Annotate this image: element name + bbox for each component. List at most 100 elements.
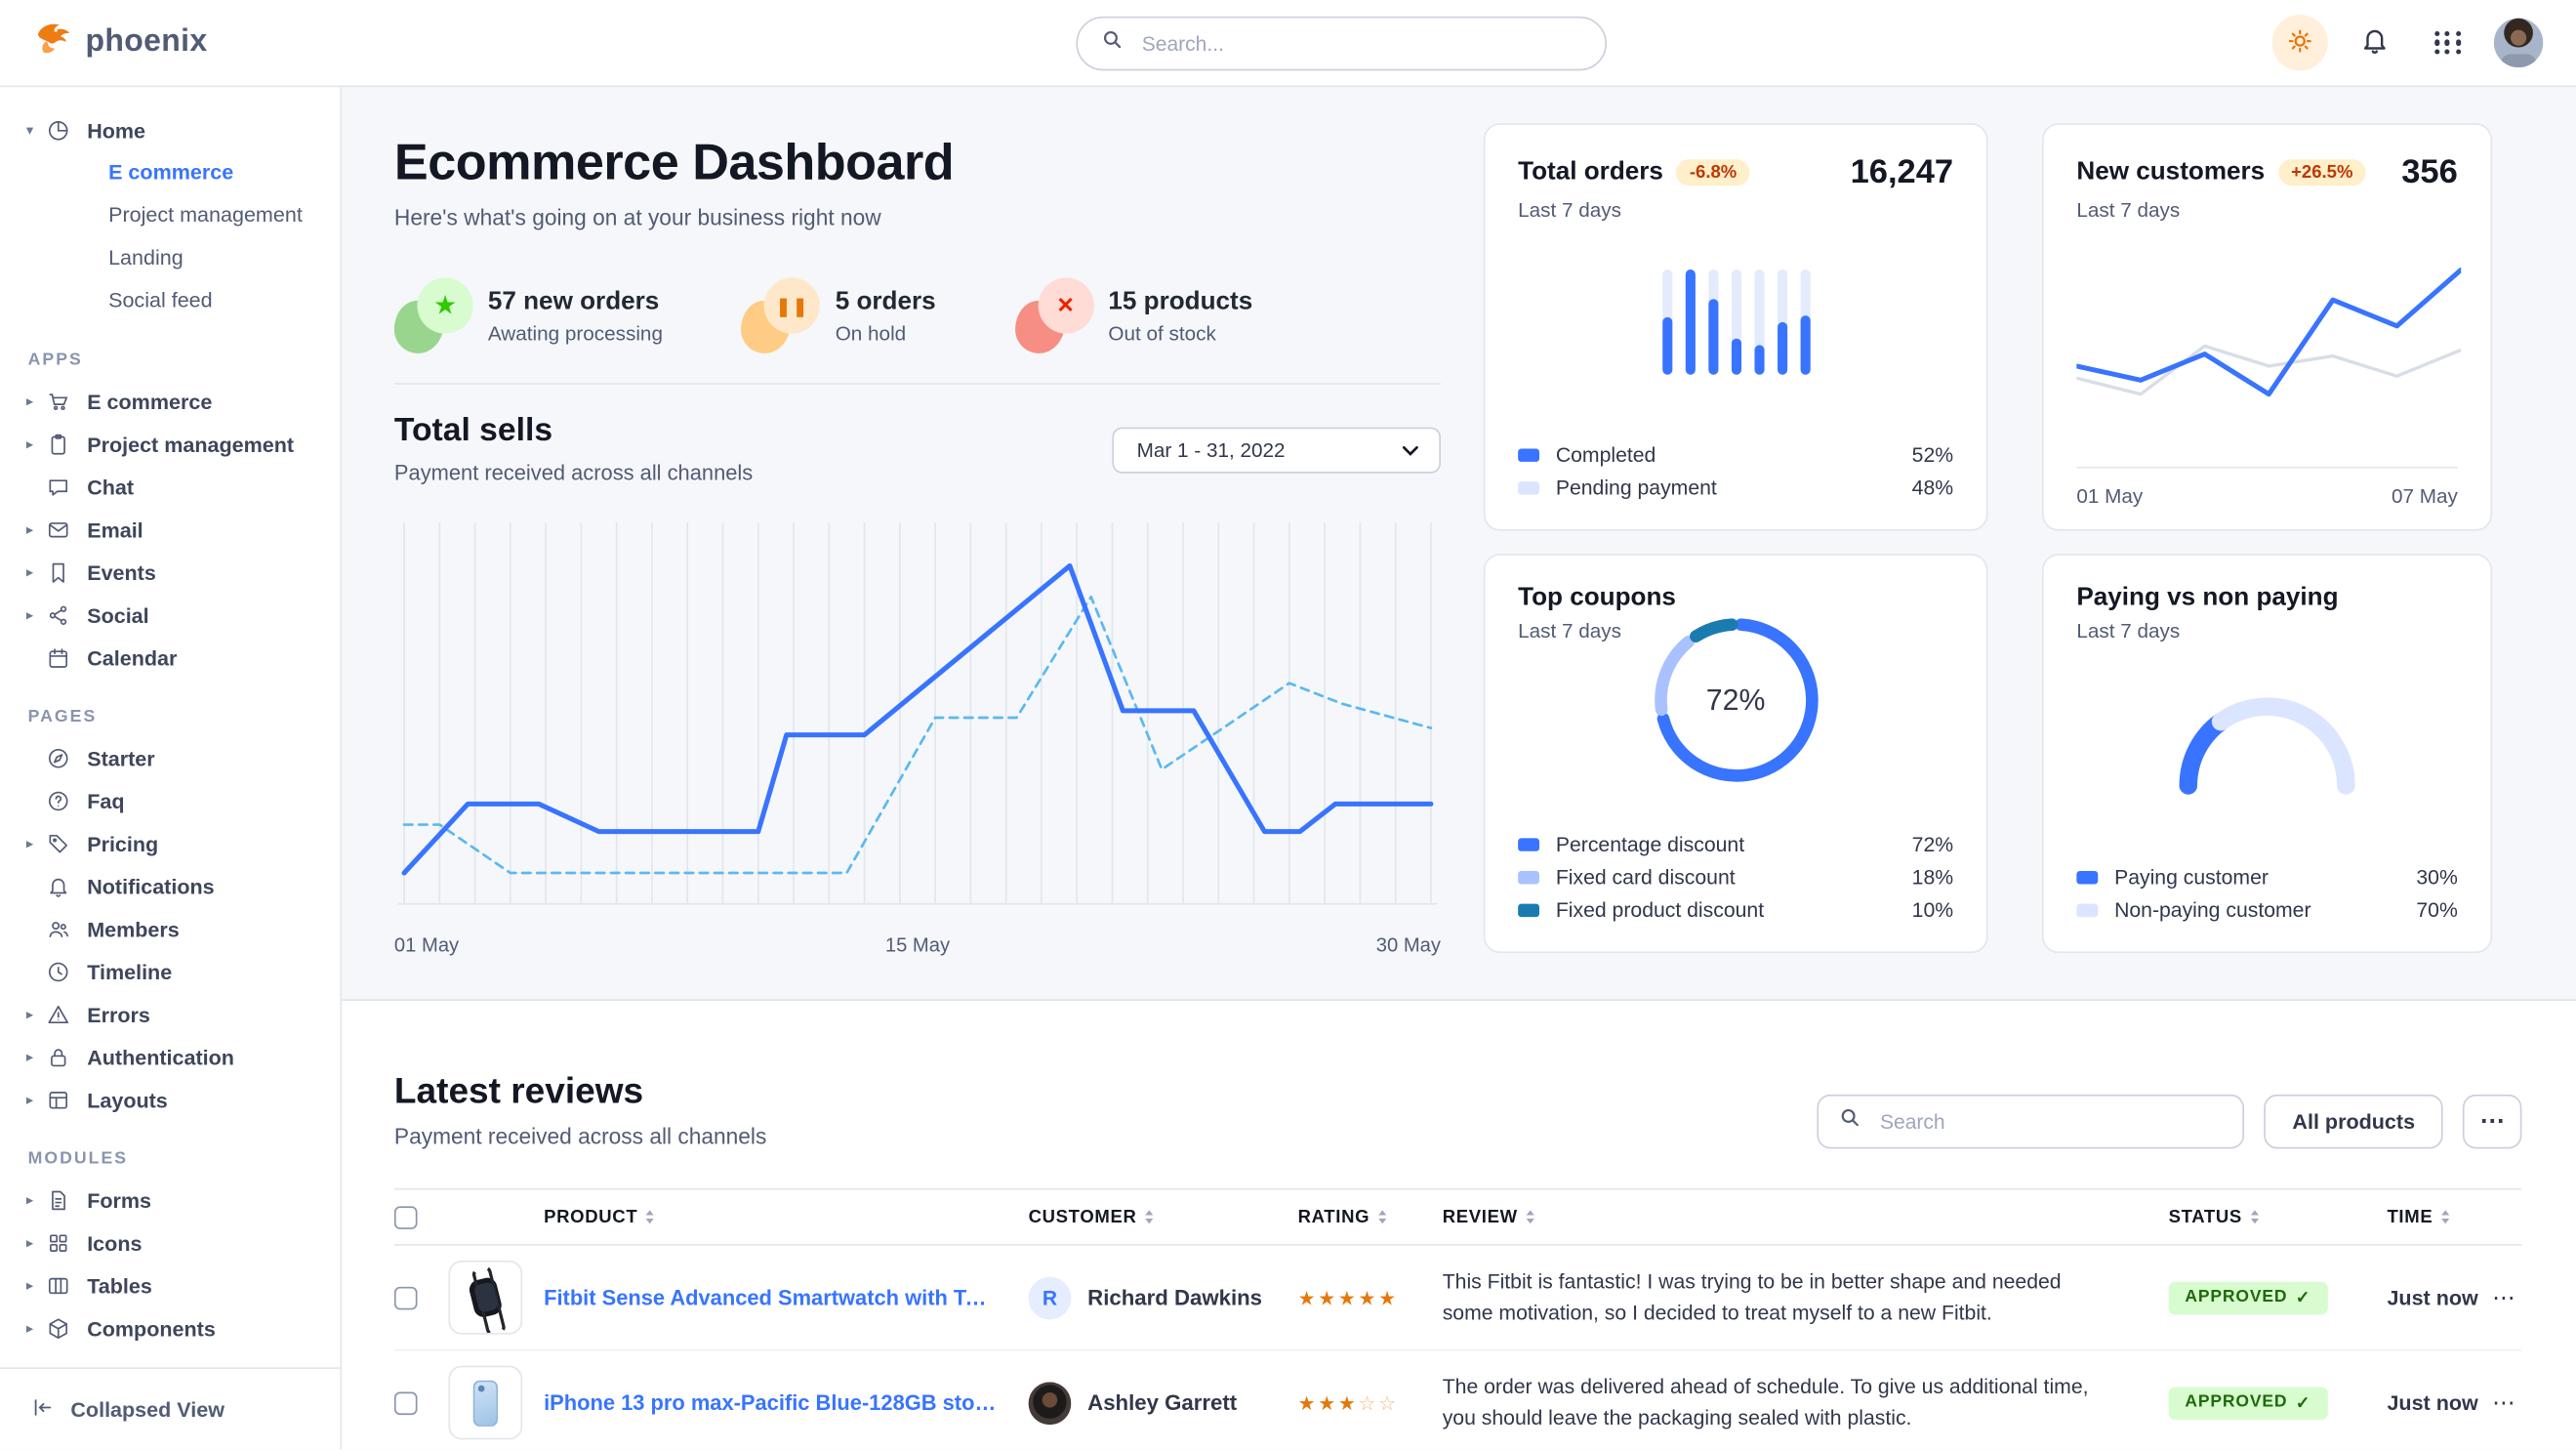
- sidebar-item-notifications[interactable]: Notifications: [0, 864, 340, 907]
- apps-menu-button[interactable]: [2420, 15, 2475, 70]
- smartwatch-art: [468, 1276, 504, 1319]
- customer-avatar[interactable]: R: [1029, 1276, 1072, 1319]
- column-header-review[interactable]: REVIEW: [1443, 1207, 2169, 1226]
- sidebar-item-calendar[interactable]: Calendar: [0, 636, 340, 679]
- column-header-rating[interactable]: RATING: [1298, 1207, 1443, 1226]
- chat-icon: [46, 475, 72, 499]
- reviews-search-input[interactable]: [1877, 1108, 2224, 1135]
- sidebar-item-tables[interactable]: ▸Tables: [0, 1264, 340, 1306]
- row-more-button[interactable]: ⋯: [2485, 1283, 2521, 1311]
- star-icon: ☆: [1359, 1391, 1379, 1415]
- sidebar-item-label: Project management: [87, 432, 294, 456]
- dashboard-hero: Ecommerce Dashboard Here's what's going …: [342, 87, 2576, 999]
- sort-icon: [1376, 1208, 1388, 1226]
- legend-swatch: [1518, 448, 1539, 461]
- bar: [1661, 269, 1671, 375]
- sidebar-item-icons[interactable]: ▸Icons: [0, 1221, 340, 1264]
- star-icon: ★: [1298, 1391, 1319, 1415]
- sidebar-item-components[interactable]: ▸Components: [0, 1306, 340, 1349]
- caret-right-icon: ▸: [26, 392, 46, 410]
- tag-icon: [46, 831, 72, 855]
- reviews-search[interactable]: [1818, 1095, 2245, 1149]
- legend-item: Paying customer 30%: [2076, 861, 2457, 894]
- sidebar-item-email[interactable]: ▸Email: [0, 508, 340, 551]
- notifications-button[interactable]: [2346, 15, 2401, 70]
- paying-vs-nonpaying-card: Paying vs non paying Last 7 days Paying …: [2042, 554, 2492, 953]
- select-all-checkbox[interactable]: [394, 1206, 418, 1229]
- sidebar-subitem-landing[interactable]: Landing: [0, 236, 340, 279]
- sun-icon: [2285, 25, 2314, 60]
- star-icon: ★: [394, 277, 473, 352]
- collapse-view-button[interactable]: Collapsed View: [0, 1367, 340, 1449]
- theme-toggle-button[interactable]: [2272, 15, 2328, 70]
- table-row: iPhone 13 pro max-Pacific Blue-128GB sto…: [394, 1350, 2522, 1449]
- legend-item: Percentage discount 72%: [1518, 828, 1953, 861]
- sidebar-section-label: APPS: [28, 350, 341, 369]
- sidebar-item-pricing[interactable]: ▸Pricing: [0, 822, 340, 865]
- kpi-cards: Total orders -6.8% 16,247 Last 7 days Co…: [1484, 123, 2492, 956]
- sidebar-item-home[interactable]: ▾Home: [0, 108, 340, 151]
- sidebar-item-events[interactable]: ▸Events: [0, 551, 340, 594]
- sidebar-item-label: Layouts: [87, 1087, 168, 1111]
- main-content: Ecommerce Dashboard Here's what's going …: [342, 87, 2576, 1449]
- sort-icon: [644, 1208, 656, 1226]
- caret-right-icon: ▸: [26, 1190, 46, 1209]
- paying-gauge-chart: [2144, 681, 2390, 827]
- star-icon: ☆: [1378, 1391, 1399, 1415]
- sidebar-item-label: Tables: [87, 1273, 152, 1298]
- rating-stars: ★★★★★: [1298, 1286, 1443, 1309]
- product-link[interactable]: iPhone 13 pro max-Pacific Blue-128GB sto…: [544, 1390, 1028, 1415]
- file-text-icon: [46, 1187, 72, 1212]
- more-options-button[interactable]: ⋯: [2463, 1095, 2522, 1149]
- chevron-down-icon: [1402, 438, 1420, 462]
- sidebar-item-faq[interactable]: Faq: [0, 779, 340, 822]
- calendar-icon: [46, 645, 72, 670]
- sort-icon: [1143, 1208, 1155, 1226]
- date-range-select[interactable]: Mar 1 - 31, 2022: [1112, 428, 1441, 474]
- column-header-time[interactable]: TIME: [2371, 1207, 2486, 1226]
- caret-right-icon: ▸: [26, 605, 46, 624]
- sort-icon: [1525, 1208, 1536, 1226]
- user-avatar[interactable]: [2494, 19, 2543, 67]
- sidebar-item-starter[interactable]: Starter: [0, 736, 340, 779]
- sidebar-item-errors[interactable]: ▸Errors: [0, 993, 340, 1036]
- bell-icon: [46, 874, 72, 898]
- column-header-product[interactable]: PRODUCT: [544, 1207, 1028, 1226]
- product-image[interactable]: [448, 1261, 522, 1335]
- sidebar-section-label: MODULES: [28, 1148, 341, 1168]
- product-link[interactable]: Fitbit Sense Advanced Smartwatch with To…: [544, 1285, 1028, 1309]
- sidebar-item-social[interactable]: ▸Social: [0, 594, 340, 637]
- sidebar-item-layouts[interactable]: ▸Layouts: [0, 1078, 340, 1121]
- row-checkbox[interactable]: [394, 1391, 418, 1415]
- row-more-button[interactable]: ⋯: [2485, 1388, 2521, 1417]
- sidebar-subitem-project-management[interactable]: Project management: [0, 194, 340, 237]
- icons-grid-icon: [46, 1230, 72, 1255]
- sidebar-item-timeline[interactable]: Timeline: [0, 950, 340, 993]
- all-products-button[interactable]: All products: [2265, 1095, 2443, 1149]
- column-header-status[interactable]: STATUS: [2169, 1207, 2371, 1226]
- brand[interactable]: phoenix: [33, 19, 208, 67]
- sidebar-item-members[interactable]: Members: [0, 907, 340, 950]
- row-checkbox[interactable]: [394, 1286, 418, 1309]
- sidebar-item-chat[interactable]: Chat: [0, 465, 340, 508]
- sidebar-subitem-social-feed[interactable]: Social feed: [0, 279, 340, 322]
- caret-right-icon: ▸: [26, 1233, 46, 1252]
- sort-icon: [2439, 1208, 2451, 1226]
- star-icon: ★: [1298, 1286, 1319, 1309]
- column-header-customer[interactable]: CUSTOMER: [1029, 1207, 1298, 1226]
- customer-avatar[interactable]: [1029, 1382, 1072, 1425]
- sidebar-item-e-commerce[interactable]: ▸E commerce: [0, 380, 340, 423]
- review-text: This Fitbit is fantastic! I was trying t…: [1443, 1266, 2169, 1329]
- sidebar-item-label: Timeline: [87, 959, 172, 983]
- sidebar-item-forms[interactable]: ▸Forms: [0, 1179, 340, 1222]
- share-icon: [46, 602, 72, 627]
- customer-name: Ashley Garrett: [1087, 1390, 1237, 1415]
- product-image[interactable]: [448, 1366, 522, 1440]
- sidebar-item-authentication[interactable]: ▸Authentication: [0, 1035, 340, 1078]
- envelope-icon: [46, 517, 72, 541]
- sidebar-item-project-management[interactable]: ▸Project management: [0, 423, 340, 466]
- navbar-search[interactable]: [1076, 17, 1607, 71]
- navbar-search-input[interactable]: [1138, 30, 1581, 57]
- sidebar-subitem-e-commerce[interactable]: E commerce: [0, 151, 340, 194]
- lock-icon: [46, 1045, 72, 1069]
